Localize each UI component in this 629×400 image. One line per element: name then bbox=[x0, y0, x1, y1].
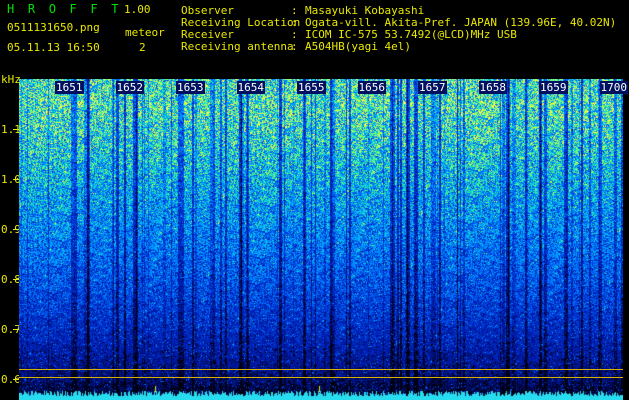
minute-label: 1652 bbox=[115, 81, 144, 94]
meteor-label: meteor bbox=[125, 26, 165, 39]
minute-label: 1654 bbox=[236, 81, 265, 94]
observer-value: Masayuki Kobayashi bbox=[305, 4, 425, 17]
minute-label: 1659 bbox=[539, 81, 568, 94]
antenna-value: A504HB(yagi 4el) bbox=[305, 40, 411, 53]
reference-line bbox=[19, 369, 623, 370]
minute-label: 1658 bbox=[478, 81, 507, 94]
minute-label: 1655 bbox=[297, 81, 326, 94]
antenna-colon: : bbox=[291, 40, 298, 53]
observer-label: Observer bbox=[181, 4, 234, 17]
minute-label: 1657 bbox=[418, 81, 447, 94]
receiver-colon: : bbox=[291, 28, 298, 41]
filename: 0511131650.png bbox=[7, 21, 100, 34]
receiver-value: ICOM IC-575 53.7492(@LCD)MHz USB bbox=[305, 28, 517, 41]
y-axis-unit: kHz bbox=[1, 73, 21, 86]
observer-colon: : bbox=[291, 4, 298, 17]
app-version: 1.00 bbox=[124, 3, 151, 16]
minute-label: 1656 bbox=[357, 81, 386, 94]
receiver-label: Receiver bbox=[181, 28, 234, 41]
antenna-label: Receiving antenna bbox=[181, 40, 294, 53]
spectrogram-canvas bbox=[19, 79, 623, 400]
location-label: Receiving Location bbox=[181, 16, 301, 29]
location-colon: : bbox=[291, 16, 298, 29]
location-value: Ogata-vill. Akita-Pref. JAPAN (139.96E, … bbox=[305, 16, 617, 29]
reference-line bbox=[19, 377, 623, 378]
meteor-count: 2 bbox=[139, 41, 146, 54]
datetime: 05.11.13 16:50 bbox=[7, 41, 100, 54]
minute-label: 1653 bbox=[176, 81, 205, 94]
minute-label: 1651 bbox=[55, 81, 84, 94]
minute-label: 1700 bbox=[599, 81, 628, 94]
app-title: H R O F F T bbox=[7, 2, 122, 16]
hroft-window: H R O F F T 1.00 0511131650.png 05.11.13… bbox=[0, 0, 629, 400]
